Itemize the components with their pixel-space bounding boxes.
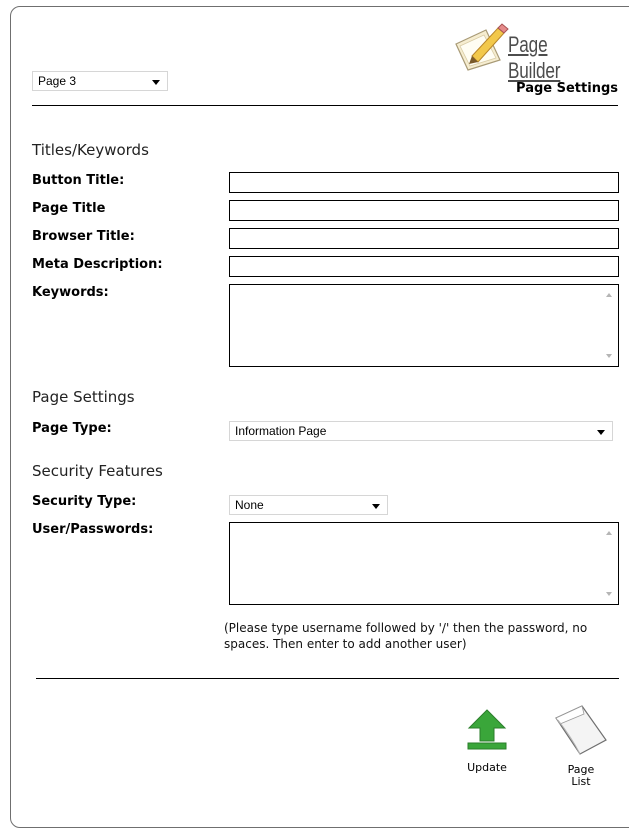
update-button[interactable]: Update — [455, 708, 519, 778]
green-upload-arrow-icon — [467, 709, 507, 750]
page-type-value: Information Page — [235, 424, 327, 438]
chevron-down-icon — [372, 504, 380, 509]
page-select[interactable]: Page 3 — [32, 71, 168, 91]
button-title-input[interactable] — [229, 172, 619, 193]
settings-panel — [10, 6, 629, 828]
keywords-label: Keywords: — [32, 285, 109, 300]
brand-logo — [450, 22, 510, 72]
security-type-select[interactable]: None — [229, 495, 388, 515]
security-type-value: None — [235, 498, 264, 512]
scroll-up-icon[interactable] — [606, 531, 612, 535]
keywords-textarea[interactable] — [229, 284, 619, 367]
user-passwords-label: User/Passwords: — [32, 522, 154, 537]
scroll-up-icon[interactable] — [606, 293, 612, 297]
scroll-down-icon[interactable] — [606, 354, 612, 358]
brand-title[interactable]: Page Builder — [508, 32, 602, 84]
meta-description-input[interactable] — [229, 256, 619, 277]
security-type-label: Security Type: — [32, 494, 137, 509]
browser-title-label: Browser Title: — [32, 229, 135, 244]
page-title-label: Page Title — [32, 201, 106, 216]
page-settings-heading: Page Settings — [32, 388, 135, 406]
pencil-paper-icon — [455, 23, 509, 71]
user-passwords-help: (Please type username followed by '/' th… — [224, 621, 588, 651]
page-list-label-line2: List — [571, 775, 591, 788]
keywords-scrollbar[interactable] — [601, 285, 618, 366]
page-icon — [555, 705, 607, 755]
chevron-down-icon — [152, 80, 160, 85]
page-list-button[interactable]: Page List — [552, 704, 610, 788]
meta-description-label: Meta Description: — [32, 257, 163, 272]
page-title-input[interactable] — [229, 200, 619, 221]
chevron-down-icon — [597, 430, 605, 435]
header-divider — [32, 105, 618, 106]
titles-keywords-heading: Titles/Keywords — [32, 141, 149, 159]
page-type-select[interactable]: Information Page — [229, 421, 613, 441]
security-features-heading: Security Features — [32, 462, 163, 480]
page-select-value: Page 3 — [38, 74, 77, 88]
update-label: Update — [467, 761, 507, 774]
users-scrollbar[interactable] — [601, 523, 618, 604]
browser-title-input[interactable] — [229, 228, 619, 249]
scroll-down-icon[interactable] — [606, 592, 612, 596]
page-settings-title: Page Settings — [516, 81, 618, 96]
page-type-label: Page Type: — [32, 421, 112, 436]
footer-divider — [36, 678, 619, 679]
button-title-label: Button Title: — [32, 173, 125, 188]
user-passwords-textarea[interactable] — [229, 522, 619, 605]
